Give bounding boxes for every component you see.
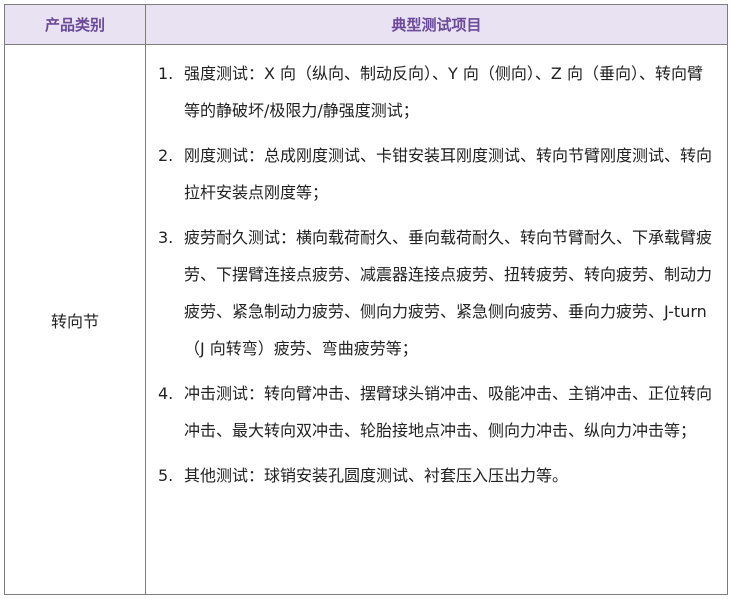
list-item: 5. 其他测试：球销安装孔圆度测试、衬套压入压出力等。 [156,457,717,494]
item-text: 疲劳耐久测试：横向载荷耐久、垂向载荷耐久、转向节臂耐久、下承载臂疲劳、下摆臂连接… [184,228,713,358]
item-number: 5. [158,466,174,485]
table-header-row: 产品类别 典型测试项目 [4,4,728,45]
item-text: 刚度测试：总成刚度测试、卡钳安装耳刚度测试、转向节臂刚度测试、转向拉杆安装点刚度… [184,146,713,202]
item-text: 强度测试：X 向（纵向、制动反向）、Y 向（侧向）、Z 向（垂向）、转向臂等的静… [184,64,703,120]
item-number: 2. [158,146,174,165]
list-item: 4. 冲击测试：转向臂冲击、摆臂球头销冲击、吸能冲击、主销冲击、正位转向冲击、最… [156,375,717,449]
table-row: 转向节 1. 强度测试：X 向（纵向、制动反向）、Y 向（侧向）、Z 向（垂向）… [4,44,728,595]
item-number: 4. [158,384,174,403]
item-number: 3. [158,228,174,247]
header-product-category: 产品类别 [4,4,146,45]
item-number: 1. [158,64,174,83]
list-item: 2. 刚度测试：总成刚度测试、卡钳安装耳刚度测试、转向节臂刚度测试、转向拉杆安装… [156,137,717,211]
list-item: 3. 疲劳耐久测试：横向载荷耐久、垂向载荷耐久、转向节臂耐久、下承载臂疲劳、下摆… [156,219,717,367]
item-text: 冲击测试：转向臂冲击、摆臂球头销冲击、吸能冲击、主销冲击、正位转向冲击、最大转向… [184,384,713,440]
header-typical-tests: 典型测试项目 [145,4,728,45]
item-text: 其他测试：球销安装孔圆度测试、衬套压入压出力等。 [184,466,569,485]
test-items-table: 产品类别 典型测试项目 转向节 1. 强度测试：X 向（纵向、制动反向）、Y 向… [4,4,728,595]
list-item: 1. 强度测试：X 向（纵向、制动反向）、Y 向（侧向）、Z 向（垂向）、转向臂… [156,55,717,129]
test-items-cell: 1. 强度测试：X 向（纵向、制动反向）、Y 向（侧向）、Z 向（垂向）、转向臂… [145,44,728,595]
category-cell: 转向节 [4,44,146,595]
